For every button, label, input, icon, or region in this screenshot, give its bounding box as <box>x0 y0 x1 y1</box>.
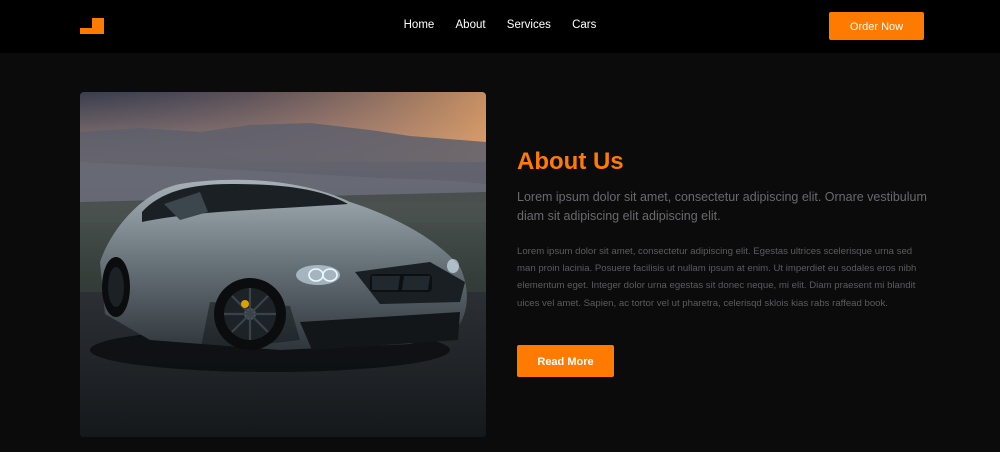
about-lead-text: Lorem ipsum dolor sit amet, consectetur … <box>517 190 927 223</box>
nav-link-cars[interactable]: Cars <box>572 19 596 31</box>
nav-link-home[interactable]: Home <box>404 19 435 31</box>
sports-car-photo <box>80 92 486 437</box>
car-image <box>80 92 486 437</box>
logo-icon[interactable] <box>80 18 104 34</box>
about-body-text: Lorem ipsum dolor sit amet, consectetur … <box>517 246 917 309</box>
nav-link-about[interactable]: About <box>456 19 486 31</box>
about-section: About Us Lorem ipsum dolor sit amet, con… <box>517 148 927 312</box>
navbar: Home About Services Cars Order Now <box>0 0 1000 53</box>
read-more-button[interactable]: Read More <box>517 345 614 377</box>
nav-link-services[interactable]: Services <box>507 19 551 31</box>
about-title: About Us <box>517 148 624 175</box>
order-now-button[interactable]: Order Now <box>829 12 924 40</box>
